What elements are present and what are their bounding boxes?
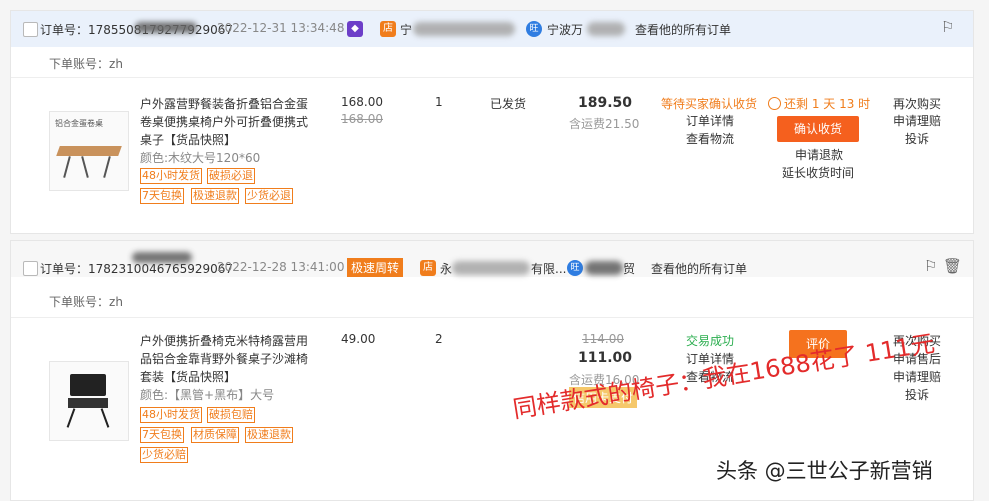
quantity: 1: [435, 95, 443, 109]
complain-link[interactable]: 投诉: [905, 130, 929, 147]
freight: 含运费21.50: [569, 117, 640, 131]
order-checkbox[interactable]: [23, 22, 38, 37]
account-label: 下单账号：: [49, 57, 110, 71]
order-detail-link[interactable]: 订单详情: [686, 112, 734, 129]
table-top-shape: [56, 146, 122, 156]
account-label: 下单账号：: [49, 295, 110, 309]
order-total: 189.50: [578, 95, 633, 111]
service-tag: 破损包赔: [207, 407, 255, 423]
unit-price: 49.00: [341, 332, 376, 346]
buyer-name-suffix[interactable]: 贸: [623, 260, 635, 277]
service-tag: 破损必退: [207, 168, 255, 184]
chat-icon[interactable]: 旺: [526, 21, 542, 37]
blurred-account: [135, 22, 197, 33]
table-leg: [103, 156, 111, 178]
product-title[interactable]: 户外便携折叠椅克米特椅露营用品铝合金靠背野外餐桌子沙滩椅套装【货品快照】: [140, 332, 312, 386]
image-caption: 铝合金蛋卷桌: [55, 119, 103, 128]
product-title[interactable]: 户外露营野餐装备折叠铝合金蛋卷桌便携桌椅户外可折叠便携式桌子【货品快照】: [140, 95, 312, 149]
order-status: 交易成功: [686, 334, 735, 348]
service-tag: 极速退款: [245, 427, 293, 443]
complain-link[interactable]: 投诉: [905, 386, 929, 403]
service-tag: 极速退款: [191, 188, 239, 204]
blurred-buyer-name: [585, 261, 623, 275]
service-tag: 少货必退: [245, 188, 293, 204]
watermark: 头条 @三世公子新营销: [716, 459, 933, 483]
shop-name[interactable]: 永: [440, 260, 452, 277]
view-all-orders-link[interactable]: 查看他的所有订单: [635, 21, 731, 38]
order-total: 111.00: [578, 350, 633, 366]
divider: [11, 77, 973, 78]
product-image[interactable]: [49, 361, 129, 441]
chair-back-shape: [70, 374, 106, 396]
service-tag: 48小时发货: [140, 407, 202, 423]
table-leg: [81, 156, 89, 178]
refund-link[interactable]: 申请退款: [795, 146, 843, 163]
extend-receipt-link[interactable]: 延长收货时间: [782, 164, 854, 181]
claim-link[interactable]: 申请理赔: [893, 368, 941, 385]
blurred-shop-name: [452, 261, 530, 275]
countdown-text: 还剩 1 天 13 时: [784, 97, 871, 111]
original-total: 114.00: [582, 332, 624, 346]
countdown: 还剩 1 天 13 时: [768, 95, 870, 112]
logistics-link[interactable]: 查看物流: [686, 130, 734, 147]
chair-seat-shape: [68, 398, 108, 408]
quantity: 2: [435, 332, 443, 346]
service-tag: 48小时发货: [140, 168, 202, 184]
unit-price: 168.00: [341, 95, 383, 109]
account-row: 下单账号：zh: [49, 55, 123, 72]
account-value: zh: [109, 57, 123, 71]
product-variant: 颜色:【黑管+黑布】大号: [140, 388, 275, 402]
order-time: 2022-12-31 13:34:48: [217, 21, 345, 35]
seller-shop-icon: 店: [380, 21, 396, 37]
order-card: 订单号：1785508179277929067 2022-12-31 13:34…: [10, 10, 974, 234]
table-leg: [63, 156, 71, 178]
order-time: 2022-12-28 13:41:00: [217, 260, 345, 274]
chat-icon[interactable]: 旺: [567, 260, 583, 276]
rebuy-link[interactable]: 再次购买: [893, 95, 941, 112]
service-tag: 材质保障: [191, 427, 239, 443]
view-all-orders-link[interactable]: 查看他的所有订单: [651, 260, 747, 277]
blurred-account: [132, 252, 192, 263]
clock-icon: [768, 97, 781, 110]
blurred-buyer-name: [587, 22, 625, 36]
service-tag: 少货必赔: [140, 447, 188, 463]
confirm-receipt-button[interactable]: 确认收货: [777, 116, 859, 142]
product-image[interactable]: 铝合金蛋卷桌: [49, 111, 129, 191]
account-value: zh: [109, 295, 123, 309]
claim-link[interactable]: 申请理赔: [893, 112, 941, 129]
seller-shop-icon: 店: [420, 260, 436, 276]
flag-icon[interactable]: ⚐: [924, 257, 937, 275]
buyer-name[interactable]: 宁波万: [547, 21, 583, 38]
flag-icon[interactable]: ⚐: [941, 18, 954, 36]
shop-badge-icon: ◆: [347, 21, 363, 37]
original-price: 168.00: [341, 112, 383, 126]
account-row: 下单账号：zh: [49, 293, 123, 310]
blurred-shop-name: [413, 22, 515, 36]
ship-status: 已发货: [490, 97, 527, 111]
divider: [11, 317, 973, 318]
service-tag: 7天包换: [140, 427, 184, 443]
shop-name[interactable]: 宁: [400, 21, 412, 38]
service-tag: 7天包换: [140, 188, 184, 204]
fast-turnover-badge: 极速周转: [347, 258, 404, 277]
order-status: 等待买家确认收货: [661, 97, 758, 111]
chair-leg: [66, 408, 76, 428]
shop-name-suffix[interactable]: 有限...: [531, 260, 566, 277]
order-checkbox[interactable]: [23, 261, 38, 276]
chair-leg: [100, 408, 110, 428]
product-variant: 颜色:木纹大号120*60: [140, 151, 261, 165]
delete-icon[interactable]: 🗑: [943, 257, 962, 275]
